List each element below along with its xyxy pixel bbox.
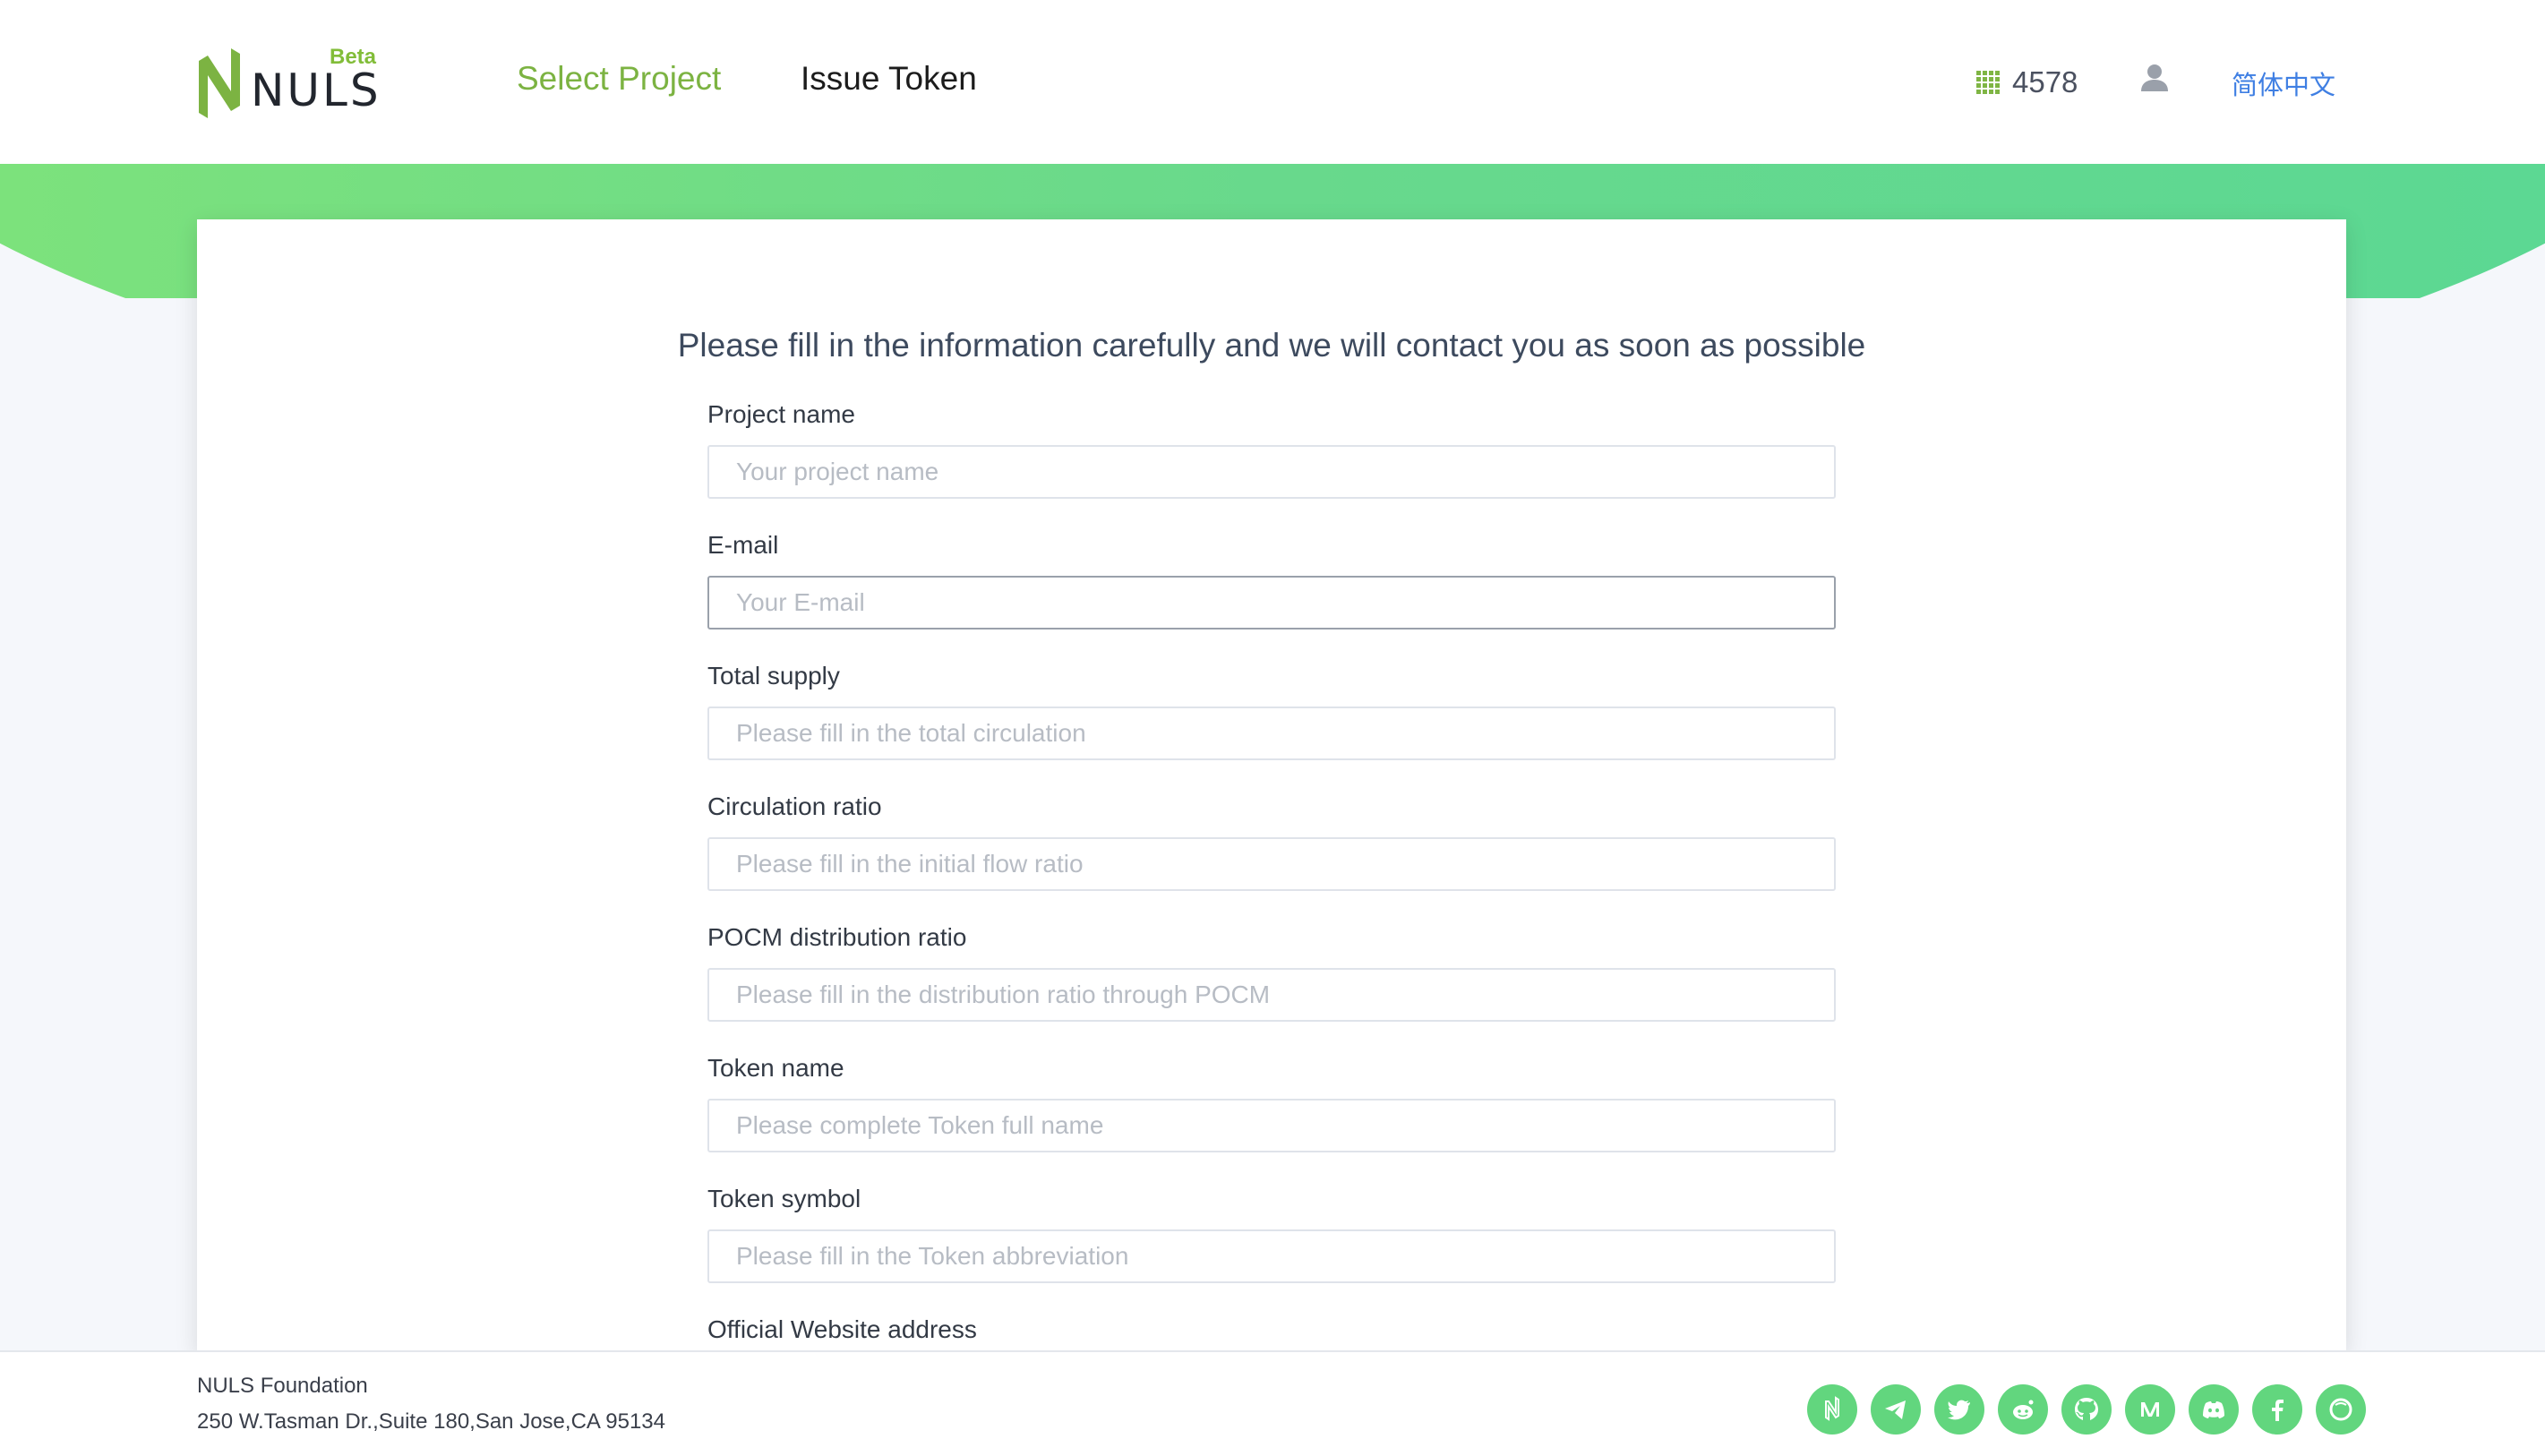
block-height-value: 4578 [2012,65,2078,98]
github-icon[interactable] [2061,1384,2112,1435]
nuls-icon[interactable] [1807,1384,1857,1435]
form-card: Please fill in the information carefully… [197,219,2346,1352]
forum-icon[interactable] [2316,1384,2366,1435]
pocm-ratio-label: POCM distribution ratio [707,923,967,951]
discord-icon[interactable] [2189,1384,2239,1435]
nav-issue-token[interactable]: Issue Token [801,57,977,100]
total-supply-label: Total supply [707,662,840,689]
circulation-ratio-label: Circulation ratio [707,792,882,820]
nav-select-project[interactable]: Select Project [517,57,721,100]
email-label: E-mail [707,531,779,559]
email-input[interactable]: Your E-mail [707,576,1836,630]
project-name-input[interactable]: Your project name [707,445,1836,499]
field-token-symbol: Token symbol Please fill in the Token ab… [707,1181,1836,1283]
field-email: E-mail Your E-mail [707,527,1836,630]
website-label: Official Website address [707,1315,977,1343]
form-title: Please fill in the information carefully… [677,327,1866,364]
footer: NULS Foundation 250 W.Tasman Dr.,Suite 1… [0,1350,2545,1456]
nuls-logo[interactable]: Beta NULS [195,45,379,120]
grid-icon [1976,71,2000,94]
token-name-input[interactable]: Please complete Token full name [707,1099,1836,1152]
medium-icon[interactable] [2125,1384,2175,1435]
field-circulation-ratio: Circulation ratio Please fill in the ini… [707,789,1836,891]
field-total-supply: Total supply Please fill in the total ci… [707,658,1836,760]
social-links [1807,1384,2366,1435]
footer-address: 250 W.Tasman Dr.,Suite 180,San Jose,CA 9… [197,1409,665,1434]
field-project-name: Project name Your project name [707,397,1836,499]
footer-org: NULS Foundation [197,1374,368,1398]
user-icon[interactable] [2139,63,2170,93]
circulation-ratio-input[interactable]: Please fill in the initial flow ratio [707,837,1836,891]
token-symbol-label: Token symbol [707,1185,861,1212]
top-header: Beta NULS Select Project Issue Token 457… [0,0,2545,164]
pocm-ratio-input[interactable]: Please fill in the distribution ratio th… [707,968,1836,1022]
total-supply-input[interactable]: Please fill in the total circulation [707,707,1836,760]
token-name-label: Token name [707,1054,844,1082]
telegram-icon[interactable] [1871,1384,1921,1435]
token-symbol-input[interactable]: Please fill in the Token abbreviation [707,1229,1836,1283]
language-switch[interactable]: 简体中文 [2232,64,2335,102]
field-pocm-ratio: POCM distribution ratio Please fill in t… [707,920,1836,1022]
nuls-logo-icon [199,48,240,118]
field-token-name: Token name Please complete Token full na… [707,1050,1836,1152]
reddit-icon[interactable] [1998,1384,2048,1435]
field-website: Official Website address [707,1312,1836,1348]
project-name-label: Project name [707,400,855,428]
logo-wordmark: NULS [251,64,381,116]
twitter-icon[interactable] [1934,1384,1984,1435]
facebook-icon[interactable] [2252,1384,2302,1435]
block-height: 4578 [1976,63,2078,102]
